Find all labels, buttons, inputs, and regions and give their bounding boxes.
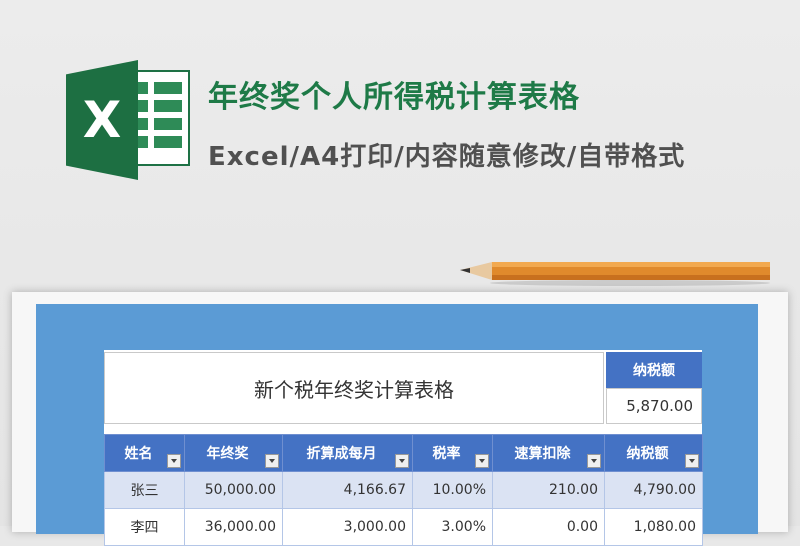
- page-title: 年终奖个人所得税计算表格: [208, 80, 580, 115]
- table-row: 张三 50,000.00 4,166.67 10.00% 210.00 4,79…: [104, 471, 703, 509]
- column-header-deduction: 速算扣除: [492, 434, 605, 472]
- filter-dropdown-icon[interactable]: [685, 454, 699, 468]
- filter-dropdown-icon[interactable]: [167, 454, 181, 468]
- cell-bonus[interactable]: 36,000.00: [184, 508, 283, 546]
- tax-table: 姓名 年终奖 折算成每月 税率 速算扣除 纳税额 张三 50,000.00 4,…: [104, 434, 703, 546]
- table-header-row: 姓名 年终奖 折算成每月 税率 速算扣除 纳税额: [104, 434, 703, 472]
- page-subtitle: Excel/A4打印/内容随意修改/自带格式: [208, 142, 686, 172]
- pencil-icon: [460, 262, 770, 286]
- cell-monthly[interactable]: 3,000.00: [282, 508, 413, 546]
- column-header-bonus: 年终奖: [184, 434, 283, 472]
- cell-rate[interactable]: 10.00%: [412, 471, 493, 509]
- sheet-title: 新个税年终奖计算表格: [104, 352, 604, 424]
- column-header-name: 姓名: [104, 434, 185, 472]
- cell-rate[interactable]: 3.00%: [412, 508, 493, 546]
- cell-tax[interactable]: 4,790.00: [604, 471, 703, 509]
- column-header-rate: 税率: [412, 434, 493, 472]
- filter-dropdown-icon[interactable]: [265, 454, 279, 468]
- table-row: 李四 36,000.00 3,000.00 3.00% 0.00 1,080.0…: [104, 508, 703, 546]
- cell-tax[interactable]: 1,080.00: [604, 508, 703, 546]
- filter-dropdown-icon[interactable]: [395, 454, 409, 468]
- cell-deduction[interactable]: 0.00: [492, 508, 605, 546]
- cell-name[interactable]: 张三: [104, 471, 185, 509]
- cell-bonus[interactable]: 50,000.00: [184, 471, 283, 509]
- column-header-monthly: 折算成每月: [282, 434, 413, 472]
- cell-name[interactable]: 李四: [104, 508, 185, 546]
- cell-monthly[interactable]: 4,166.67: [282, 471, 413, 509]
- cell-deduction[interactable]: 210.00: [492, 471, 605, 509]
- total-tax-label: 纳税额: [606, 352, 702, 388]
- filter-dropdown-icon[interactable]: [587, 454, 601, 468]
- excel-logo-icon: X: [66, 60, 194, 180]
- column-header-tax: 纳税额: [604, 434, 703, 472]
- total-tax-value: 5,870.00: [606, 388, 702, 424]
- excel-logo-letter: X: [82, 91, 122, 149]
- filter-dropdown-icon[interactable]: [475, 454, 489, 468]
